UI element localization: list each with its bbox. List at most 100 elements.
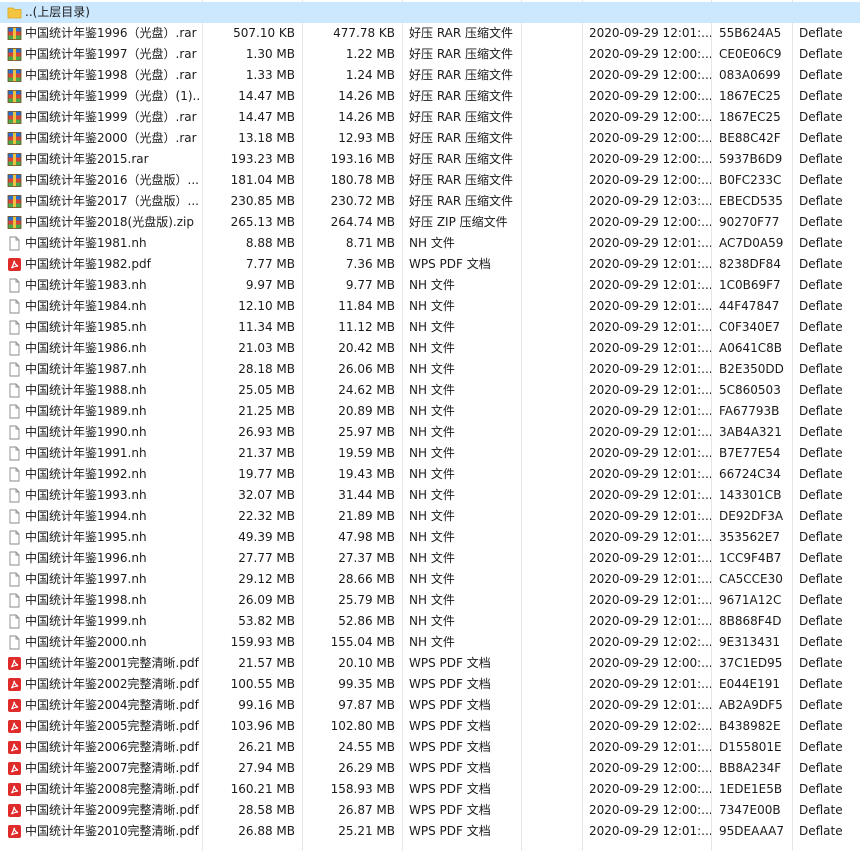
empty-cell — [522, 149, 582, 170]
file-row[interactable]: 中国统计年鉴2016（光盘版）.... 181.04 MB 180.78 MB 好压 … — [0, 170, 860, 191]
file-row[interactable]: 中国统计年鉴2006完整清晰.pdf 26.21 MB 24.55 MB WPS PD… — [0, 737, 860, 758]
file-icon — [7, 572, 22, 587]
file-row[interactable]: 中国统计年鉴1998.nh 26.09 MB 25.79 MB NH 文件 2020-0… — [0, 590, 860, 611]
size-cell: 265.13 MB — [230, 215, 295, 229]
type-cell: 好压 ZIP 压缩文件 — [409, 215, 508, 229]
modified-cell: 2020-09-29 12:01:... — [589, 593, 711, 607]
file-icon — [7, 425, 22, 440]
file-name: 中国统计年鉴1990.nh — [25, 425, 147, 439]
crc-cell: E044E191 — [719, 677, 780, 691]
file-row[interactable]: 中国统计年鉴1999（光盘）.rar 14.47 MB 14.26 MB 好压 RAR… — [0, 107, 860, 128]
method-cell: Deflate — [799, 320, 843, 334]
packed-size-cell: 26.87 MB — [338, 803, 395, 817]
file-row[interactable]: 中国统计年鉴1982.pdf 7.77 MB 7.36 MB WPS PDF 文档 20… — [0, 254, 860, 275]
file-row[interactable]: 中国统计年鉴2000.nh 159.93 MB 155.04 MB NH 文件 2020… — [0, 632, 860, 653]
modified-cell: 2020-09-29 12:03:... — [589, 194, 711, 208]
file-row[interactable]: 中国统计年鉴1991.nh 21.37 MB 19.59 MB NH 文件 2020-0… — [0, 443, 860, 464]
type-cell: NH 文件 — [409, 467, 455, 481]
type-cell: NH 文件 — [409, 236, 455, 250]
name-cell: 中国统计年鉴2000.nh — [0, 632, 202, 653]
type-cell: WPS PDF 文档 — [409, 782, 491, 796]
file-row[interactable]: 中国统计年鉴1987.nh 28.18 MB 26.06 MB NH 文件 2020-0… — [0, 359, 860, 380]
file-name: 中国统计年鉴1997.nh — [25, 572, 147, 586]
packed-size-cell: 180.78 MB — [330, 173, 395, 187]
pdf-icon — [7, 740, 22, 755]
size-cell: 29.12 MB — [238, 572, 295, 586]
size-cell: 103.96 MB — [230, 719, 295, 733]
crc-cell: 3AB4A321 — [719, 425, 782, 439]
size-cell: 21.37 MB — [238, 446, 295, 460]
file-icon — [7, 383, 22, 398]
file-row[interactable]: 中国统计年鉴1981.nh 8.88 MB 8.71 MB NH 文件 2020-09-… — [0, 233, 860, 254]
packed-size-cell: 14.26 MB — [338, 110, 395, 124]
file-row[interactable]: 中国统计年鉴2007完整清晰.pdf 27.94 MB 26.29 MB WPS PD… — [0, 758, 860, 779]
file-row[interactable]: 中国统计年鉴1988.nh 25.05 MB 24.62 MB NH 文件 2020-0… — [0, 380, 860, 401]
pdf-icon — [7, 824, 22, 839]
file-row[interactable]: 中国统计年鉴1997.nh 29.12 MB 28.66 MB NH 文件 2020-0… — [0, 569, 860, 590]
file-row[interactable]: 中国统计年鉴1994.nh 22.32 MB 21.89 MB NH 文件 2020-0… — [0, 506, 860, 527]
type-cell: 好压 RAR 压缩文件 — [409, 26, 514, 40]
crc-cell: DE92DF3A — [719, 509, 784, 523]
name-cell: 中国统计年鉴2015.rar — [0, 149, 202, 170]
empty-cell — [522, 653, 582, 674]
archive-icon — [7, 215, 22, 230]
file-row[interactable]: 中国统计年鉴2004完整清晰.pdf 99.16 MB 97.87 MB WPS PD… — [0, 695, 860, 716]
packed-size-cell: 14.26 MB — [338, 89, 395, 103]
folder-icon — [7, 5, 22, 20]
file-icon — [7, 446, 22, 461]
size-cell: 99.16 MB — [238, 698, 295, 712]
file-row[interactable]: 中国统计年鉴1986.nh 21.03 MB 20.42 MB NH 文件 2020-0… — [0, 338, 860, 359]
empty-cell — [522, 107, 582, 128]
size-cell: 12.10 MB — [238, 299, 295, 313]
empty-cell — [522, 485, 582, 506]
method-cell: Deflate — [799, 761, 843, 775]
file-row[interactable]: 中国统计年鉴2005完整清晰.pdf 103.96 MB 102.80 MB WPS … — [0, 716, 860, 737]
method-cell: Deflate — [799, 383, 843, 397]
type-cell: WPS PDF 文档 — [409, 698, 491, 712]
size-cell: 9.97 MB — [245, 278, 295, 292]
modified-cell: 2020-09-29 12:00:... — [589, 173, 711, 187]
file-row[interactable]: 中国统计年鉴1993.nh 32.07 MB 31.44 MB NH 文件 2020-0… — [0, 485, 860, 506]
type-cell: 好压 RAR 压缩文件 — [409, 89, 514, 103]
file-row[interactable]: 中国统计年鉴2015.rar 193.23 MB 193.16 MB 好压 RAR 压… — [0, 149, 860, 170]
crc-cell: A0641C8B — [719, 341, 782, 355]
file-row[interactable]: 中国统计年鉴1983.nh 9.97 MB 9.77 MB NH 文件 2020-09-… — [0, 275, 860, 296]
file-row[interactable]: 中国统计年鉴2017（光盘版）.... 230.85 MB 230.72 MB 好压 … — [0, 191, 860, 212]
file-row[interactable]: 中国统计年鉴1997（光盘）.rar 1.30 MB 1.22 MB 好压 RAR 压… — [0, 44, 860, 65]
file-row[interactable]: 中国统计年鉴1998（光盘）.rar 1.33 MB 1.24 MB 好压 RAR 压… — [0, 65, 860, 86]
file-icon — [7, 614, 22, 629]
file-row[interactable]: 中国统计年鉴2000（光盘）.rar 13.18 MB 12.93 MB 好压 RAR… — [0, 128, 860, 149]
file-row[interactable]: 中国统计年鉴2002完整清晰.pdf 100.55 MB 99.35 MB WPS P… — [0, 674, 860, 695]
file-list[interactable]: ..(上层目录) 中国统计年鉴1996（光盘）.rar 507.10 KB 477.… — [0, 0, 860, 851]
file-name: 中国统计年鉴2001完整清晰.pdf — [25, 656, 199, 670]
file-row[interactable]: 中国统计年鉴1990.nh 26.93 MB 25.97 MB NH 文件 2020-0… — [0, 422, 860, 443]
file-row[interactable]: 中国统计年鉴2018(光盘版).zip 265.13 MB 264.74 MB 好压 … — [0, 212, 860, 233]
crc-cell: 5937B6D9 — [719, 152, 783, 166]
file-row[interactable]: 中国统计年鉴1985.nh 11.34 MB 11.12 MB NH 文件 2020-0… — [0, 317, 860, 338]
packed-size-cell: 9.77 MB — [345, 278, 395, 292]
file-row[interactable]: 中国统计年鉴1995.nh 49.39 MB 47.98 MB NH 文件 2020-0… — [0, 527, 860, 548]
file-row[interactable]: 中国统计年鉴1999.nh 53.82 MB 52.86 MB NH 文件 2020-0… — [0, 611, 860, 632]
packed-size-cell: 477.78 KB — [333, 26, 395, 40]
method-cell: Deflate — [799, 698, 843, 712]
file-row[interactable]: 中国统计年鉴1984.nh 12.10 MB 11.84 MB NH 文件 2020-0… — [0, 296, 860, 317]
modified-cell: 2020-09-29 12:00:... — [589, 68, 711, 82]
method-cell: Deflate — [799, 26, 843, 40]
file-row[interactable]: 中国统计年鉴2008完整清晰.pdf 160.21 MB 158.93 MB WPS … — [0, 779, 860, 800]
file-row[interactable]: 中国统计年鉴1996.nh 27.77 MB 27.37 MB NH 文件 2020-0… — [0, 548, 860, 569]
file-row[interactable]: 中国统计年鉴1989.nh 21.25 MB 20.89 MB NH 文件 2020-0… — [0, 401, 860, 422]
type-cell: NH 文件 — [409, 383, 455, 397]
file-row[interactable]: 中国统计年鉴2001完整清晰.pdf 21.57 MB 20.10 MB WPS PD… — [0, 653, 860, 674]
modified-cell: 2020-09-29 12:01:... — [589, 257, 711, 271]
file-row[interactable]: 中国统计年鉴1996（光盘）.rar 507.10 KB 477.78 KB 好压 R… — [0, 23, 860, 44]
file-row[interactable]: 中国统计年鉴2010完整清晰.pdf 26.88 MB 25.21 MB WPS PD… — [0, 821, 860, 842]
crc-cell: 55B624A5 — [719, 26, 782, 40]
modified-cell: 2020-09-29 12:01:... — [589, 320, 711, 334]
crc-cell: 66724C34 — [719, 467, 781, 481]
parent-directory-row[interactable]: ..(上层目录) — [0, 2, 860, 23]
file-row[interactable]: 中国统计年鉴1999（光盘）(1).... 14.47 MB 14.26 MB 好压 … — [0, 86, 860, 107]
file-row[interactable]: 中国统计年鉴1992.nh 19.77 MB 19.43 MB NH 文件 2020-0… — [0, 464, 860, 485]
file-row[interactable]: 中国统计年鉴2009完整清晰.pdf 28.58 MB 26.87 MB WPS PD… — [0, 800, 860, 821]
name-cell: 中国统计年鉴1983.nh — [0, 275, 202, 296]
type-cell: NH 文件 — [409, 299, 455, 313]
